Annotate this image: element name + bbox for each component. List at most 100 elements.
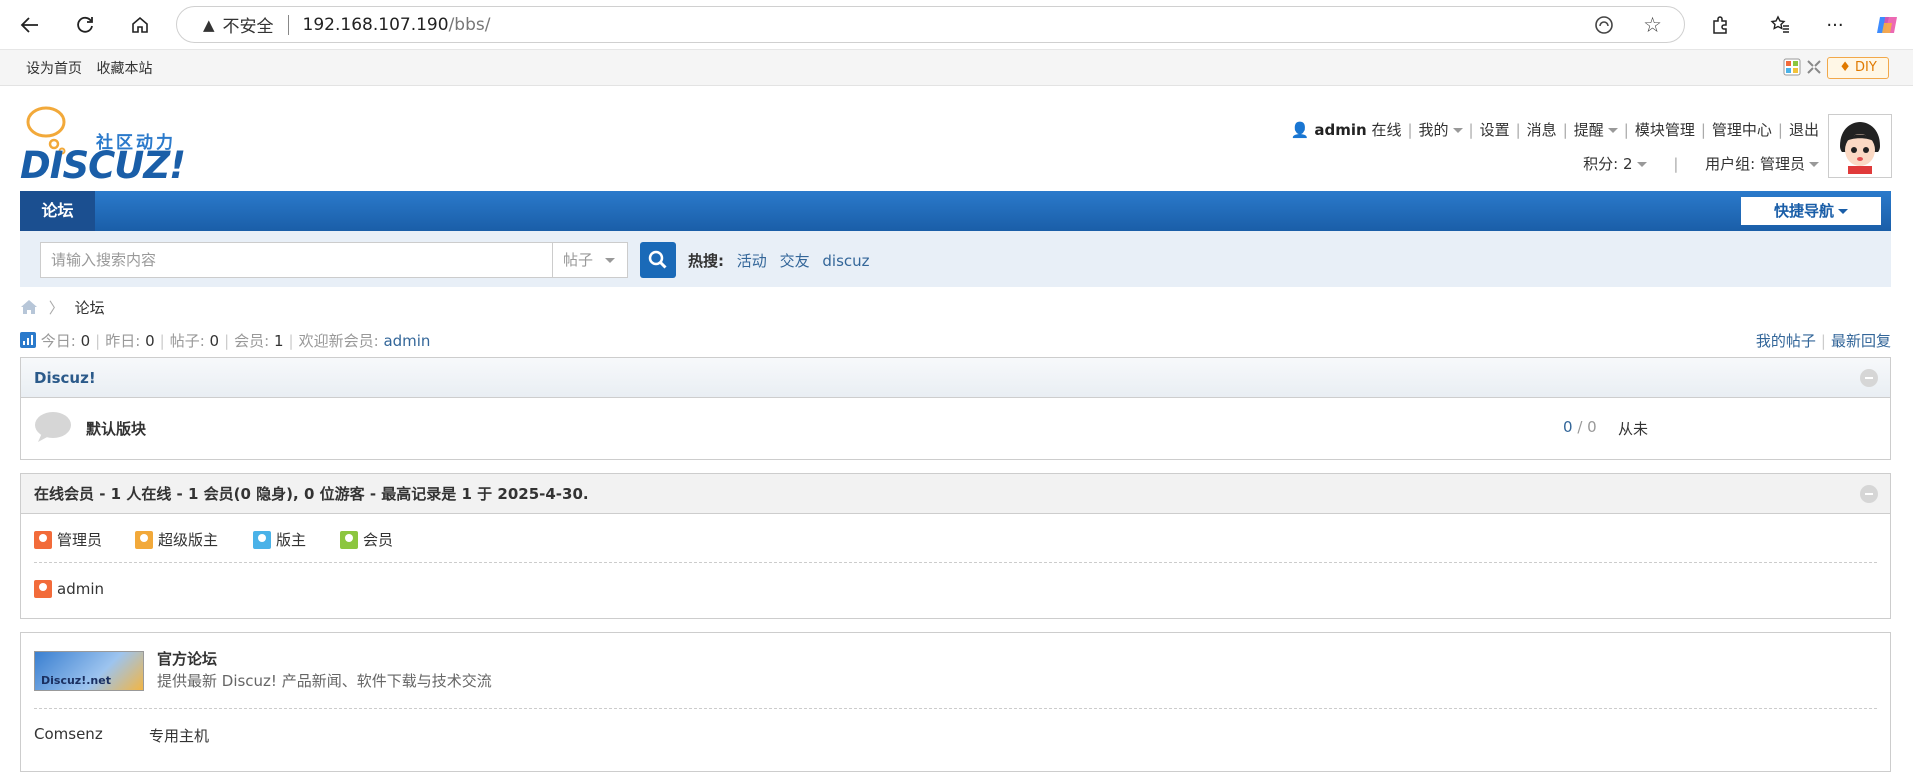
posts-count: 0: [209, 332, 220, 350]
switch-width-icon[interactable]: [1805, 58, 1823, 76]
quick-nav-button[interactable]: 快捷导航: [1741, 197, 1881, 225]
extensions-icon[interactable]: [1705, 10, 1735, 40]
link-desc: 提供最新 Discuz! 产品新闻、软件下载与技术交流: [157, 672, 492, 690]
online-user[interactable]: admin: [34, 580, 104, 598]
legend-member: 会员: [340, 529, 393, 550]
user-menu: 👤 admin 在线 | 我的 | 设置 | 消息 | 提醒 | 模块管理 | 管理中心 | 退出: [1290, 121, 1819, 139]
avatar[interactable]: [1828, 114, 1892, 178]
posts-label: 帖子:: [169, 332, 205, 350]
copilot-icon[interactable]: [1872, 10, 1902, 40]
collapse-icon[interactable]: [1860, 485, 1878, 503]
forum-row: 默认版块 0 / 0 从未: [21, 398, 1890, 458]
friend-links: Discuz!.net 官方论坛 提供最新 Discuz! 产品新闻、软件下载与…: [20, 632, 1891, 772]
hot-search-label: 热搜:: [688, 252, 724, 270]
category-title[interactable]: Discuz!: [34, 369, 96, 387]
legend-admin: 管理员: [34, 529, 102, 550]
site-logo[interactable]: 社区动力 DISCUZ!: [20, 100, 190, 187]
bookmark-link[interactable]: 收藏本站: [96, 61, 152, 77]
online-title[interactable]: 在线会员 - 1 人在线 - 1 会员(0 隐身), 0 位游客 - 最高记录是…: [34, 485, 589, 503]
search-bar: 请输入搜索内容 帖子 热搜: 活动 交友 discuz: [20, 231, 1891, 287]
notifications-menu[interactable]: 提醒: [1574, 121, 1604, 139]
hot-search-link[interactable]: 交友: [780, 252, 810, 270]
online-members: 在线会员 - 1 人在线 - 1 会员(0 隐身), 0 位游客 - 最高记录是…: [20, 473, 1891, 619]
thread-count: 0: [1563, 418, 1573, 436]
diy-label: DIY: [1855, 60, 1877, 75]
forum-stats: 今日: 0 | 昨日: 0 | 帖子: 0 | 会员: 1 | 欢迎新会员: admin 我的帖…: [20, 330, 1891, 352]
settings-link[interactable]: 设置: [1480, 121, 1510, 139]
chevron-down-icon: [605, 258, 616, 263]
username-link[interactable]: admin: [1314, 121, 1366, 139]
chart-icon: [20, 331, 36, 352]
collapse-icon[interactable]: [1860, 369, 1878, 387]
block-manage-link[interactable]: 模块管理: [1635, 121, 1695, 139]
today-label: 今日:: [40, 332, 76, 350]
newest-member-link[interactable]: admin: [383, 332, 430, 350]
breadcrumb-current[interactable]: 论坛: [75, 299, 105, 317]
back-icon[interactable]: [15, 10, 45, 40]
url-host[interactable]: 192.168.107.190: [303, 15, 449, 35]
url-path[interactable]: /bbs/: [449, 15, 491, 35]
browser-toolbar: ▲ 不安全 192.168.107.190/bbs/ ☆ ···: [0, 0, 1913, 50]
chevron-down-icon[interactable]: [1636, 162, 1647, 167]
favorites-icon[interactable]: [1765, 10, 1795, 40]
quick-nav-label: 快捷导航: [1773, 202, 1834, 220]
diy-button[interactable]: ♦ DIY: [1827, 57, 1889, 79]
not-secure-label[interactable]: 不安全: [223, 12, 274, 37]
text-link[interactable]: 专用主机: [149, 725, 209, 746]
forum-category: Discuz! 默认版块 0 / 0 从未: [20, 357, 1891, 460]
set-home-link[interactable]: 设为首页: [26, 61, 82, 77]
usergroup-menu[interactable]: 用户组: 管理员: [1705, 155, 1805, 173]
post-count: 0: [1587, 418, 1597, 436]
user-icon: [253, 530, 271, 549]
chevron-down-icon[interactable]: [1607, 128, 1618, 133]
forum-counts: 0 / 0: [1563, 418, 1597, 436]
search-type-select[interactable]: 帖子: [553, 242, 628, 278]
link-title[interactable]: 官方论坛: [157, 648, 217, 669]
online-header: 在线会员 - 1 人在线 - 1 会员(0 隐身), 0 位游客 - 最高记录是…: [21, 474, 1890, 514]
my-menu[interactable]: 我的: [1419, 121, 1449, 139]
nav-item-forum[interactable]: 论坛: [20, 191, 95, 231]
address-bar[interactable]: ▲ 不安全 192.168.107.190/bbs/ ☆: [176, 6, 1685, 43]
legend-label: 管理员: [57, 531, 103, 549]
favorite-star-icon[interactable]: ☆: [1643, 13, 1662, 37]
chevron-down-icon[interactable]: [1452, 128, 1463, 133]
last-post: 从未: [1618, 420, 1649, 438]
legend-super-moderator: 超级版主: [135, 529, 218, 550]
user-icon: [135, 530, 153, 549]
search-icon: [648, 250, 667, 269]
yesterday-label: 昨日:: [105, 332, 141, 350]
legend-moderator: 版主: [253, 529, 306, 550]
search-button[interactable]: [640, 242, 676, 278]
legend-label: 超级版主: [158, 531, 219, 549]
color-palette-icon[interactable]: [1783, 58, 1801, 76]
home-icon[interactable]: [125, 10, 155, 40]
chevron-down-icon: [1838, 209, 1848, 214]
hot-search-link[interactable]: 活动: [737, 252, 767, 270]
more-icon[interactable]: ···: [1820, 10, 1850, 40]
home-icon[interactable]: [20, 299, 38, 319]
online-status: 在线: [1371, 121, 1402, 139]
points-menu[interactable]: 积分: 2: [1583, 155, 1632, 173]
divider: [287, 14, 289, 35]
my-posts-link[interactable]: 我的帖子: [1756, 332, 1816, 350]
refresh-icon[interactable]: [70, 10, 100, 40]
logout-link[interactable]: 退出: [1789, 121, 1819, 139]
forum-name-link[interactable]: 默认版块: [86, 418, 146, 439]
featured-link: Discuz!.net 官方论坛 提供最新 Discuz! 产品新闻、软件下载与…: [21, 633, 1890, 708]
welcome-label: 欢迎新会员:: [298, 332, 379, 350]
legend-label: 会员: [363, 531, 394, 549]
members-label: 会员:: [234, 332, 270, 350]
online-user-list: admin: [21, 563, 1890, 617]
link-logo[interactable]: Discuz!.net: [34, 651, 144, 691]
text-link[interactable]: Comsenz: [34, 725, 103, 743]
messages-link[interactable]: 消息: [1527, 121, 1557, 139]
online-user-name[interactable]: admin: [57, 580, 104, 598]
admin-center-link[interactable]: 管理中心: [1712, 121, 1772, 139]
hot-search-link[interactable]: discuz: [822, 252, 869, 270]
latest-replies-link[interactable]: 最新回复: [1831, 332, 1891, 350]
edge-app-icon[interactable]: [1594, 15, 1614, 39]
chevron-down-icon[interactable]: [1809, 162, 1819, 167]
warning-icon[interactable]: ▲: [203, 16, 215, 34]
logo-brand: DISCUZ!: [20, 144, 186, 187]
search-input[interactable]: 请输入搜索内容: [40, 242, 553, 278]
